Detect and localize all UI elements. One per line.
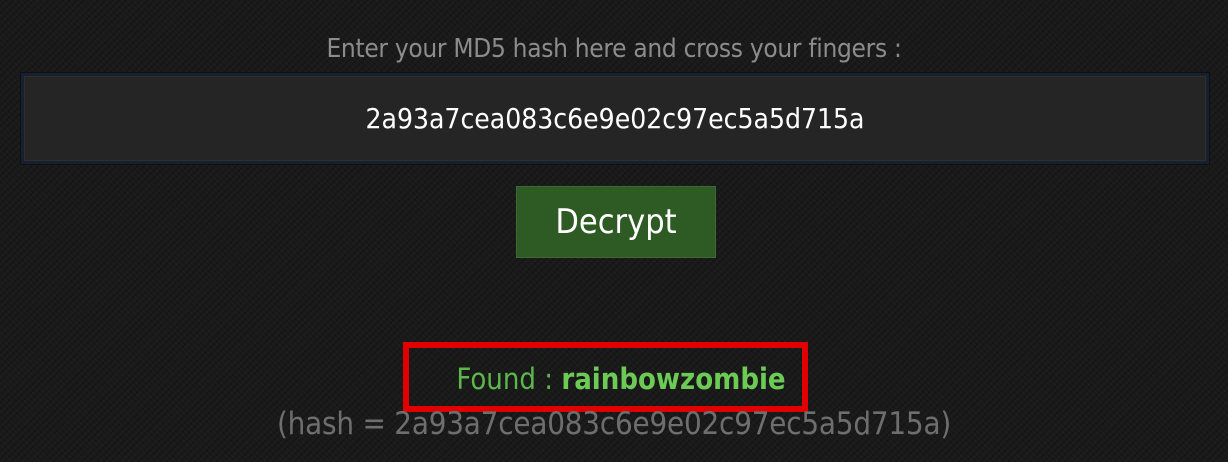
hash-prompt-label: Enter your MD5 hash here and cross your … (326, 34, 902, 64)
result-line: Found : rainbowzombie (0, 362, 1228, 396)
hash-input[interactable] (21, 73, 1209, 164)
hash-echo: (hash = 2a93a7cea083c6e9e02c97ec5a5d715a… (276, 406, 952, 442)
found-value: rainbowzombie (561, 362, 786, 396)
decrypt-button[interactable]: Decrypt (516, 186, 716, 258)
found-label: Found : (456, 362, 554, 396)
